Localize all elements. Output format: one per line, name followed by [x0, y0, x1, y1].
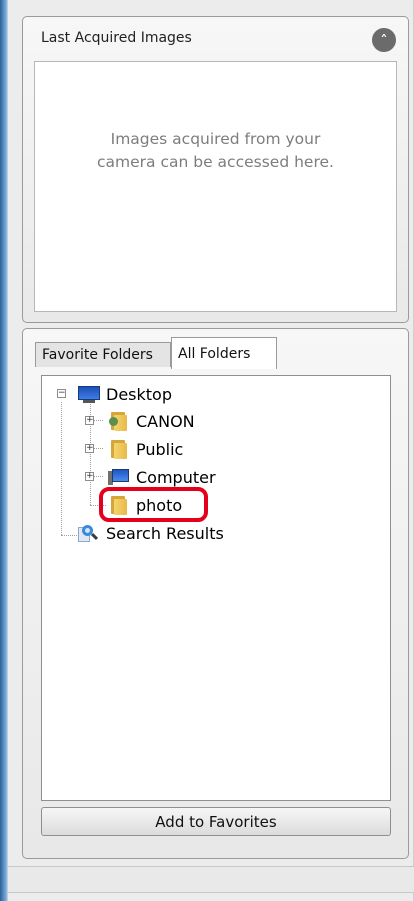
acquired-images-area: Images acquired from your camera can be … — [34, 61, 397, 312]
tab-label: Favorite Folders — [42, 347, 153, 363]
acquired-images-message: Images acquired from your camera can be … — [97, 129, 334, 171]
tree-connector — [93, 448, 103, 449]
tree-connector — [93, 476, 103, 477]
computer-icon — [108, 467, 130, 487]
collapse-desktop-toggle[interactable]: − — [57, 389, 66, 398]
double-chevron-up-icon: ˄ — [380, 33, 388, 47]
tree-connector — [93, 420, 103, 421]
desktop-icon — [78, 384, 100, 404]
tab-label: All Folders — [178, 345, 251, 362]
tree-item-computer[interactable]: Computer — [108, 466, 216, 488]
tree-item-label: Search Results — [106, 523, 224, 543]
collapse-icon[interactable]: ˄ — [372, 28, 396, 52]
user-folder-icon — [108, 411, 130, 431]
expand-computer-toggle[interactable]: + — [85, 472, 94, 481]
tree-item-canon[interactable]: CANON — [108, 410, 195, 432]
folder-icon — [108, 439, 130, 459]
tab-favorite-folders[interactable]: Favorite Folders — [35, 342, 171, 367]
tree-item-desktop[interactable]: Desktop — [78, 383, 172, 405]
last-acquired-title: Last Acquired Images — [41, 30, 192, 46]
expand-public-toggle[interactable]: + — [85, 444, 94, 453]
search-results-icon — [78, 523, 100, 543]
tree-item-label: Public — [136, 439, 184, 459]
tree-item-label: Computer — [136, 467, 216, 487]
tree-connector — [61, 402, 62, 535]
last-acquired-panel: Last Acquired Images ˄ Images acquired f… — [22, 16, 409, 323]
photo-highlight-annotation — [99, 487, 208, 522]
tree-item-label: Desktop — [106, 384, 172, 404]
tab-all-folders[interactable]: All Folders — [171, 337, 277, 369]
window-border — [0, 0, 8, 901]
tree-connector — [61, 535, 77, 536]
add-to-favorites-button[interactable]: Add to Favorites — [41, 807, 391, 836]
status-bar — [8, 866, 414, 893]
expand-canon-toggle[interactable]: + — [85, 416, 94, 425]
folder-tree: − + + + Desktop CANON Public Computer ph… — [41, 375, 391, 801]
folders-panel: Favorite Folders All Folders − + + + Des… — [22, 328, 409, 859]
tree-item-label: CANON — [136, 411, 195, 431]
tree-item-public[interactable]: Public — [108, 438, 183, 460]
tree-item-search-results[interactable]: Search Results — [78, 522, 224, 544]
